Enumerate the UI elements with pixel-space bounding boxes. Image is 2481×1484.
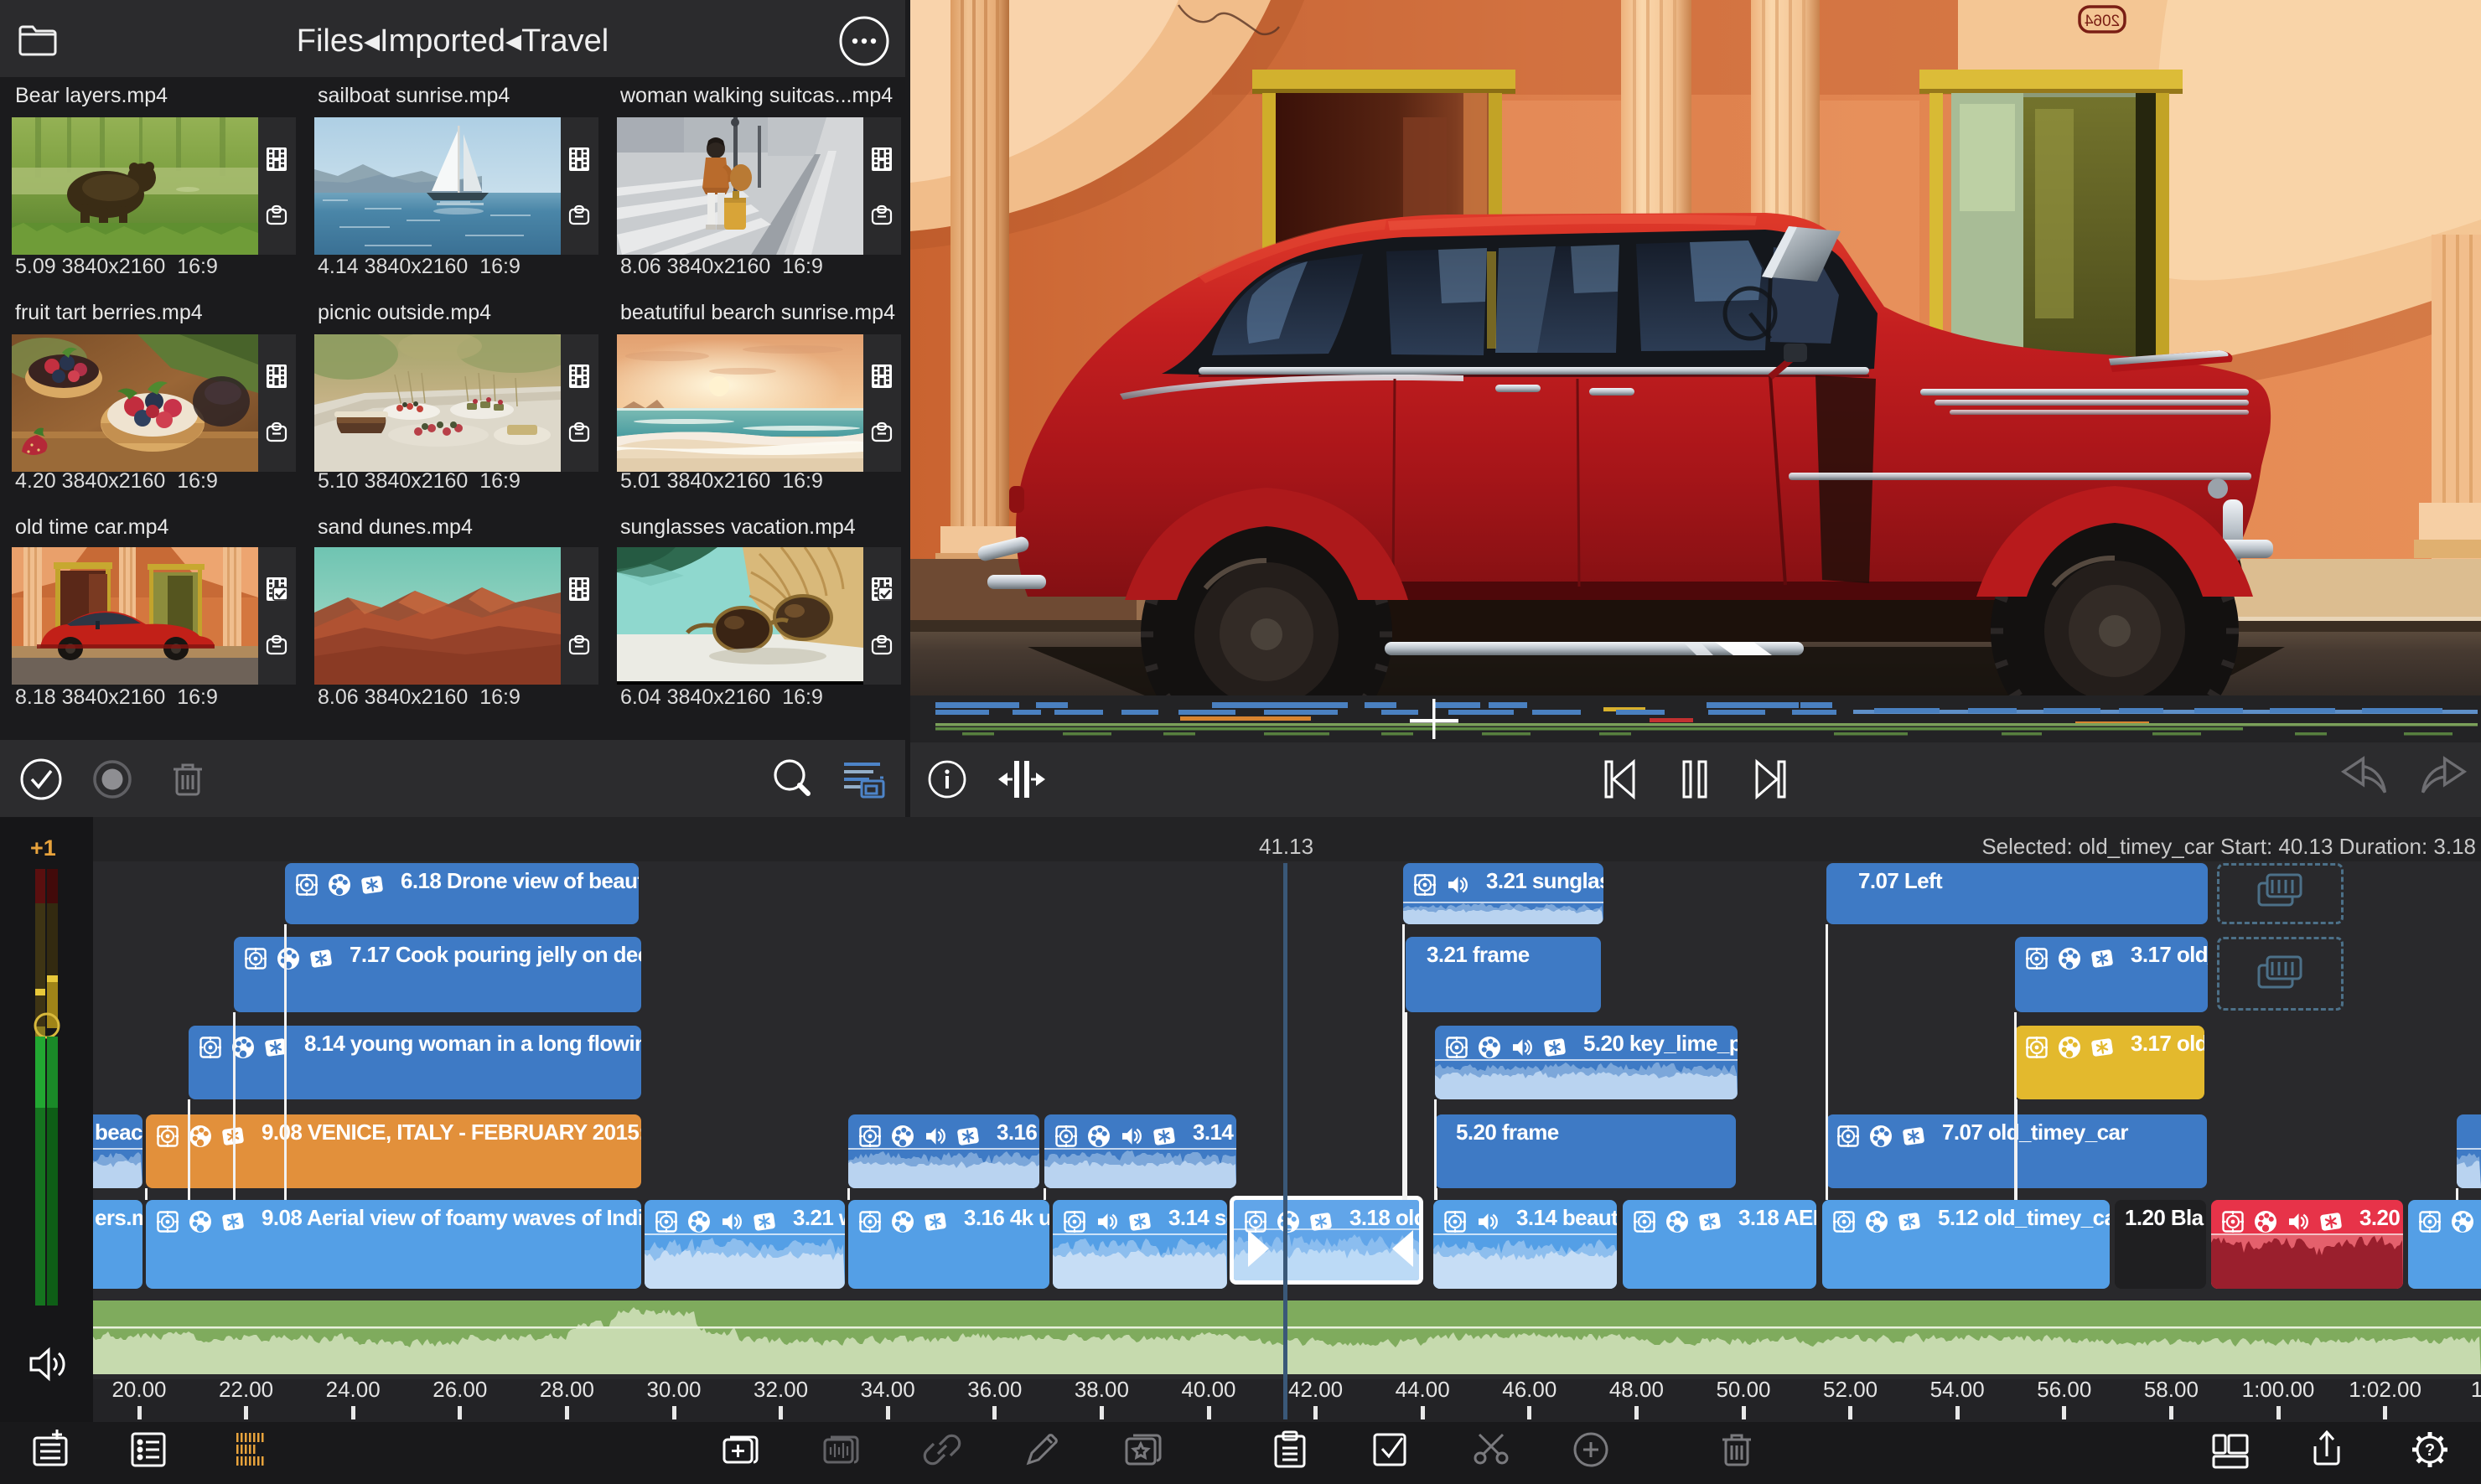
svg-text:?: ? (2425, 1441, 2435, 1460)
svg-text:2064: 2064 (2084, 13, 2120, 30)
